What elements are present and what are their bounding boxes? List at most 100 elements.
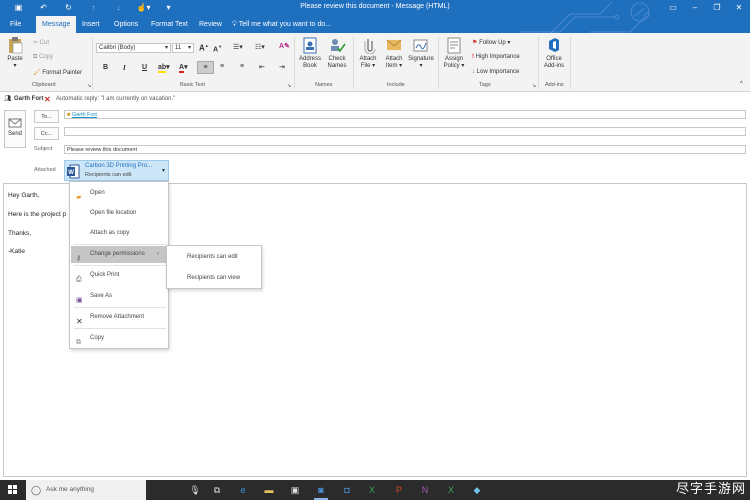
windows-icon xyxy=(8,485,17,494)
start-button[interactable] xyxy=(0,480,26,500)
font-color-button[interactable]: A▾ xyxy=(179,63,188,73)
file-explorer-icon[interactable]: ▬ xyxy=(259,482,279,498)
high-importance-button[interactable]: ! High Importance xyxy=(472,54,520,60)
onenote-icon[interactable]: N xyxy=(415,482,435,498)
follow-up-button[interactable]: ⚑ Follow Up ▾ xyxy=(472,39,510,46)
menu-item-remove-attachment[interactable]: ✕ Remove Attachment xyxy=(71,309,167,326)
store-icon[interactable]: ▣ xyxy=(285,482,305,498)
flag-icon: ⚑ xyxy=(472,40,478,46)
clipboard-launcher-icon[interactable]: ↘ xyxy=(87,83,91,89)
excel-icon[interactable]: X xyxy=(362,482,382,498)
send-icon xyxy=(8,118,22,128)
tab-review[interactable]: Review xyxy=(193,16,228,33)
tab-message[interactable]: Message xyxy=(36,16,77,33)
mailtip-contact[interactable]: Garth Fort xyxy=(14,93,43,106)
group-divider xyxy=(294,37,295,89)
tab-format-text[interactable]: Format Text xyxy=(145,16,194,33)
cc-button[interactable]: Cc... xyxy=(34,127,59,140)
align-right-button[interactable]: ≡ xyxy=(240,63,244,70)
check-names-icon xyxy=(331,39,346,53)
underline-button[interactable]: U xyxy=(142,64,147,71)
copy-icon: ⧉ xyxy=(76,339,81,346)
menu-item-open[interactable]: ▰ Open xyxy=(71,185,167,202)
close-button[interactable]: ✕ xyxy=(728,0,750,16)
cut-button[interactable]: ✂ Cut xyxy=(33,39,49,46)
increase-indent-button[interactable]: ⇥ xyxy=(279,63,285,71)
send-button[interactable]: Send xyxy=(4,110,26,148)
highlight-color-button[interactable]: ab▾ xyxy=(158,63,170,73)
menu-item-open-file-location[interactable]: Open file location xyxy=(71,205,167,222)
align-left-button[interactable]: ≡ xyxy=(197,61,214,74)
italic-button[interactable]: I xyxy=(123,64,126,72)
cortana-icon: ◯ xyxy=(31,485,42,495)
menu-item-attach-as-copy[interactable]: Attach as copy xyxy=(71,225,167,242)
attachment-context-menu: ▰ Open Open file location Attach as copy… xyxy=(69,181,169,349)
font-size-box[interactable]: 11 ▾ xyxy=(172,43,194,53)
group-label-basic-text: Basic Text xyxy=(180,82,205,88)
menu-divider xyxy=(74,307,166,308)
grow-font-button[interactable]: A▲ xyxy=(199,43,209,53)
group-label-include: Include xyxy=(387,82,405,88)
task-view-icon[interactable]: ⧉ xyxy=(207,482,227,498)
menu-item-quick-print[interactable]: ⎙ Quick Print xyxy=(71,267,167,284)
clear-formatting-icon[interactable]: A✎ xyxy=(279,42,290,50)
to-button[interactable]: To... xyxy=(34,110,59,123)
paste-button[interactable]: Paste ▾ xyxy=(4,36,26,70)
bold-button[interactable]: B xyxy=(103,64,108,71)
taskbar: ◯ Ask me anything 🎙︎ ⧉ e ▬ ▣ ◙ ◘ X P N X… xyxy=(0,480,750,500)
menu-item-save-as[interactable]: ▣ Save As xyxy=(71,288,167,305)
attach-file-button[interactable]: Attach File ▾ xyxy=(356,36,380,70)
restore-button[interactable]: ❐ xyxy=(706,0,728,16)
numbering-button[interactable]: ☷▾ xyxy=(255,43,265,51)
attachment-chip[interactable]: W Carbon 3D Printing Pro... Recipients c… xyxy=(64,160,169,181)
app-icon[interactable]: ◆ xyxy=(467,482,487,498)
edge-icon[interactable]: e xyxy=(233,482,253,498)
tab-file[interactable]: File xyxy=(4,16,27,33)
align-center-button[interactable]: ≡ xyxy=(220,63,224,70)
format-painter-button[interactable]: 🖌︎ Format Painter xyxy=(33,69,82,76)
signature-button[interactable]: Signature ▾ xyxy=(407,36,435,70)
cc-field[interactable] xyxy=(64,127,746,136)
folder-open-icon: ▰ xyxy=(76,194,82,201)
to-field[interactable]: ■ Garth Fort xyxy=(64,110,746,119)
tell-me-box[interactable]: 💡︎ Tell me what you want to do... xyxy=(226,16,337,33)
decrease-indent-button[interactable]: ⇤ xyxy=(259,63,265,71)
low-importance-button[interactable]: ↓ Low Importance xyxy=(472,69,519,75)
shrink-font-button[interactable]: A▼ xyxy=(213,44,222,53)
collapse-ribbon-icon[interactable]: ^ xyxy=(740,81,743,87)
tab-insert[interactable]: Insert xyxy=(76,16,106,33)
tags-launcher-icon[interactable]: ↘ xyxy=(532,83,536,89)
powerpoint-icon[interactable]: P xyxy=(389,482,409,498)
dismiss-mailtip-icon[interactable]: ✕ xyxy=(44,93,51,106)
submenu-item-can-view[interactable]: Recipients can view xyxy=(187,275,240,281)
minimize-button[interactable]: – xyxy=(684,0,706,16)
menu-item-copy[interactable]: ⧉ Copy xyxy=(71,330,167,347)
menu-item-change-permissions[interactable]: ⚷ Change permissions › xyxy=(71,246,167,263)
address-book-button[interactable]: Address Book xyxy=(297,36,323,70)
subject-field[interactable]: Please review this document xyxy=(64,145,746,154)
bullets-button[interactable]: ☰▾ xyxy=(233,43,243,51)
font-name-box[interactable]: Calibri (Body) ▾ xyxy=(96,43,171,53)
lightbulb-icon: 💡︎ xyxy=(232,21,237,28)
office-addins-icon xyxy=(549,38,559,52)
copy-button[interactable]: ⧉ Copy xyxy=(33,54,53,61)
policy-icon xyxy=(447,37,461,54)
submenu-item-can-edit[interactable]: Recipients can edit xyxy=(187,254,238,260)
excel-window-icon[interactable]: X xyxy=(441,482,461,498)
attach-item-button[interactable]: Attach Item ▾ xyxy=(381,36,407,70)
taskbar-search[interactable]: ◯ Ask me anything xyxy=(26,480,146,500)
microphone-icon[interactable]: 🎙︎ xyxy=(185,482,205,498)
outlook-icon[interactable]: ◙ xyxy=(311,482,331,500)
office-addins-button[interactable]: Office Add-ins xyxy=(541,36,567,70)
check-names-button[interactable]: Check Names xyxy=(324,36,350,70)
chevron-down-icon: ▾ xyxy=(164,45,168,51)
outlook-window-icon[interactable]: ◘ xyxy=(337,482,357,498)
tab-options[interactable]: Options xyxy=(108,16,144,33)
attachment-permission: Recipients can edit xyxy=(85,172,132,178)
assign-policy-button[interactable]: Assign Policy ▾ xyxy=(441,36,467,70)
window-controls: ▭ – ❐ ✕ xyxy=(662,0,750,16)
chevron-down-icon[interactable]: ▾ xyxy=(162,167,165,174)
body-line: Here is the project p xyxy=(8,211,67,218)
recipient-chip[interactable]: Garth Fort xyxy=(72,112,97,118)
font-launcher-icon[interactable]: ↘ xyxy=(287,83,291,89)
